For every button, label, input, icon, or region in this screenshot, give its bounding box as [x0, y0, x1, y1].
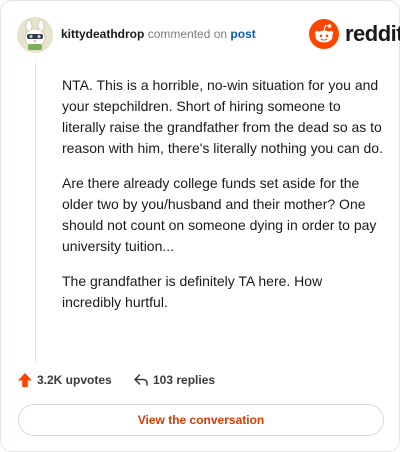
embedded-comment-card: kittydeathdrop commented on post reddit …	[0, 0, 400, 452]
upvotes-stat[interactable]: 3.2K upvotes	[17, 370, 112, 390]
byline: kittydeathdrop commented on post	[61, 26, 256, 42]
comment-header: kittydeathdrop commented on post reddit	[17, 17, 400, 53]
reply-count: 103 replies	[153, 373, 216, 387]
reddit-logo-icon	[309, 19, 339, 49]
reply-arrow-icon	[134, 374, 148, 386]
avatar-image	[17, 17, 53, 53]
comment-paragraph: NTA. This is a horrible, no-win situatio…	[62, 77, 383, 156]
comment-paragraph: The grandfather is definitely TA here. H…	[62, 273, 323, 310]
avatar[interactable]	[17, 17, 53, 53]
upvote-arrow-icon	[18, 373, 32, 387]
thread-line	[35, 63, 36, 363]
username[interactable]: kittydeathdrop	[61, 27, 144, 41]
view-conversation-button[interactable]: View the conversation	[18, 404, 384, 436]
post-link[interactable]: post	[230, 27, 255, 41]
action-text: commented on	[147, 27, 228, 41]
comment-body: NTA. This is a horrible, no-win situatio…	[62, 75, 384, 327]
upvote-count: 3.2K upvotes	[37, 373, 112, 387]
reddit-brand[interactable]: reddit	[309, 19, 400, 49]
comment-paragraph: Are there already college funds set asid…	[62, 175, 377, 254]
replies-stat[interactable]: 103 replies	[133, 370, 215, 390]
brand-name: reddit	[345, 21, 400, 46]
